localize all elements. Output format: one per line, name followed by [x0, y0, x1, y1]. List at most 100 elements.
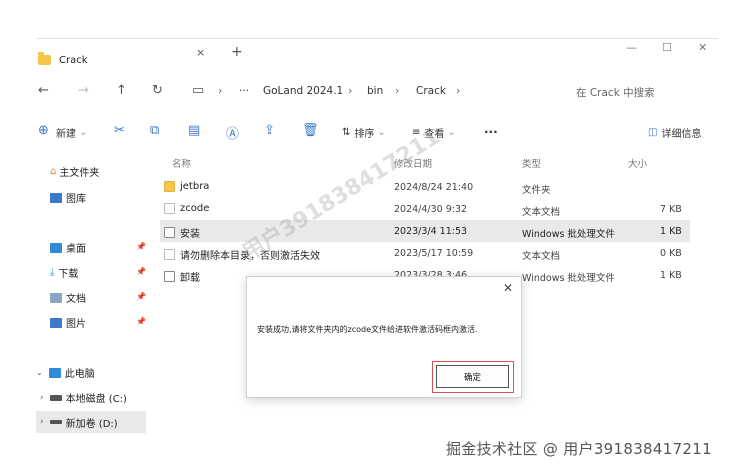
folder-icon: [164, 181, 175, 192]
download-icon: ⤓: [50, 267, 55, 278]
monitor-icon[interactable]: ▭: [192, 83, 204, 98]
pin-icon[interactable]: 📌: [136, 292, 146, 301]
sidebar-home-label: 主文件夹: [59, 168, 100, 179]
breadcrumb-bin[interactable]: bin: [367, 85, 383, 97]
forward-arrow-icon[interactable]: →: [78, 83, 89, 98]
sidebar-item-desktop[interactable]: 桌面: [50, 240, 86, 255]
message-dialog: ✕ 安装成功,请将文件夹内的zcode文件给进软件激活码框内激活. 确定: [246, 276, 522, 398]
breadcrumb-crack[interactable]: Crack: [416, 85, 446, 97]
breadcrumb-goland[interactable]: GoLand 2024.1: [263, 85, 343, 97]
file-date: 2023/3/4 11:53: [394, 226, 468, 237]
close-window-button[interactable]: ✕: [698, 41, 707, 54]
sidebar-gallery-label: 图库: [66, 194, 86, 205]
minimize-button[interactable]: —: [626, 41, 637, 54]
sort-icon: ⇅: [342, 127, 351, 138]
file-name-text: 安装: [180, 229, 200, 240]
details-pane-icon: ◫: [648, 127, 658, 138]
new-tab-button[interactable]: +: [231, 44, 243, 60]
table-row[interactable]: jetbra 2024/8/24 21:40 文件夹: [160, 176, 690, 198]
file-type: Windows 批处理文件: [522, 229, 615, 240]
pictures-icon: [50, 317, 62, 328]
refresh-icon[interactable]: ↻: [152, 83, 163, 98]
paste-icon[interactable]: ▤: [188, 123, 200, 138]
column-header-size[interactable]: 大小: [628, 156, 647, 170]
dialog-message: 安装成功,请将文件夹内的zcode文件给进软件激活码框内激活.: [257, 325, 478, 334]
new-button[interactable]: 新建 ⌄: [56, 125, 87, 140]
new-button-label: 新建: [56, 129, 76, 140]
file-type: 文本文档: [522, 251, 561, 262]
file-size: 1 KB: [660, 270, 682, 281]
folder-icon: [38, 52, 51, 65]
file-date: 2024/4/30 9:32: [394, 204, 468, 215]
chevron-down-icon: ⌄: [79, 127, 88, 138]
chevron-right-icon: ›: [348, 84, 353, 97]
file-date: 2024/8/24 21:40: [394, 182, 474, 193]
sidebar-item-drive-d[interactable]: › 新加卷 (D:): [36, 411, 146, 433]
details-button[interactable]: ◫ 详细信息: [648, 125, 701, 140]
sort-button[interactable]: ⇅ 排序 ⌄: [342, 125, 386, 140]
text-file-icon: [164, 249, 175, 260]
documents-icon: [50, 292, 62, 303]
file-name: zcode: [164, 203, 209, 214]
sidebar-item-drive-c[interactable]: › 本地磁盘 (C:): [40, 390, 127, 406]
drive-icon: [49, 394, 62, 401]
file-name: jetbra: [164, 181, 209, 192]
table-row[interactable]: zcode 2024/4/30 9:32 文本文档 7 KB: [160, 198, 690, 220]
ok-button[interactable]: 确定: [436, 365, 509, 388]
column-header-name[interactable]: 名称: [172, 156, 191, 170]
chevron-right-icon: ›: [395, 84, 400, 97]
batch-file-icon: [164, 227, 175, 238]
sort-label: 排序: [354, 129, 375, 140]
sidebar-item-downloads[interactable]: ⤓ 下载: [50, 265, 78, 280]
file-size: 7 KB: [660, 204, 682, 215]
sidebar-pictures-label: 图片: [66, 319, 86, 330]
sidebar-item-home[interactable]: ⌂ 主文件夹: [50, 164, 99, 179]
file-name-text: 卸载: [180, 273, 200, 284]
column-header-type[interactable]: 类型: [522, 156, 541, 170]
home-icon: ⌂: [50, 166, 57, 177]
sidebar-item-documents[interactable]: 文档: [50, 290, 86, 305]
sidebar-item-this-pc[interactable]: ⌄ 此电脑: [36, 365, 95, 380]
share-icon[interactable]: ⇪: [264, 123, 275, 138]
add-circle-icon[interactable]: ⊕: [38, 123, 49, 138]
file-type: Windows 批处理文件: [522, 273, 615, 284]
sidebar-this-pc-label: 此电脑: [64, 369, 95, 380]
file-name-text: zcode: [180, 203, 210, 214]
cut-icon[interactable]: ✂: [114, 123, 125, 138]
gallery-icon: [50, 192, 62, 203]
tab-title: Crack: [59, 54, 88, 66]
delete-icon[interactable]: 🗑: [302, 123, 319, 138]
desktop-icon: [50, 242, 62, 253]
back-arrow-icon[interactable]: ←: [38, 83, 49, 98]
pin-icon[interactable]: 📌: [136, 267, 146, 276]
sidebar-item-gallery[interactable]: 图库: [50, 190, 86, 205]
file-name-text: jetbra: [180, 181, 210, 192]
search-input[interactable]: 在 Crack 中搜索: [576, 85, 655, 100]
file-size: 1 KB: [660, 226, 682, 237]
chevron-right-icon: ›: [40, 417, 44, 427]
file-type: 文件夹: [522, 185, 551, 196]
sidebar-documents-label: 文档: [66, 294, 86, 305]
maximize-button[interactable]: ☐: [662, 41, 672, 54]
sidebar-downloads-label: 下载: [58, 269, 79, 280]
chevron-down-icon: ⌄: [36, 368, 43, 377]
chevron-down-icon: ⌄: [447, 127, 456, 138]
computer-icon: [48, 367, 61, 378]
more-options-button[interactable]: ···: [484, 125, 498, 139]
tab-close-icon[interactable]: ×: [196, 46, 205, 59]
details-label: 详细信息: [661, 129, 702, 140]
dialog-close-icon[interactable]: ✕: [503, 281, 513, 295]
pin-icon[interactable]: 📌: [136, 317, 146, 326]
breadcrumb-more[interactable]: ···: [239, 85, 249, 97]
file-size: 0 KB: [660, 248, 682, 259]
file-type: 文本文档: [522, 207, 561, 218]
copy-icon[interactable]: ⧉: [150, 123, 159, 138]
pin-icon[interactable]: 📌: [136, 242, 146, 251]
chevron-down-icon: ⌄: [377, 127, 386, 138]
sidebar-item-pictures[interactable]: 图片: [50, 315, 86, 330]
up-arrow-icon[interactable]: ↑: [116, 83, 127, 98]
rename-icon[interactable]: Ⓐ: [226, 123, 239, 142]
tab-crack[interactable]: Crack: [36, 47, 216, 73]
batch-file-icon: [164, 271, 175, 282]
sidebar-drive-d-label: 新加卷 (D:): [65, 418, 118, 430]
